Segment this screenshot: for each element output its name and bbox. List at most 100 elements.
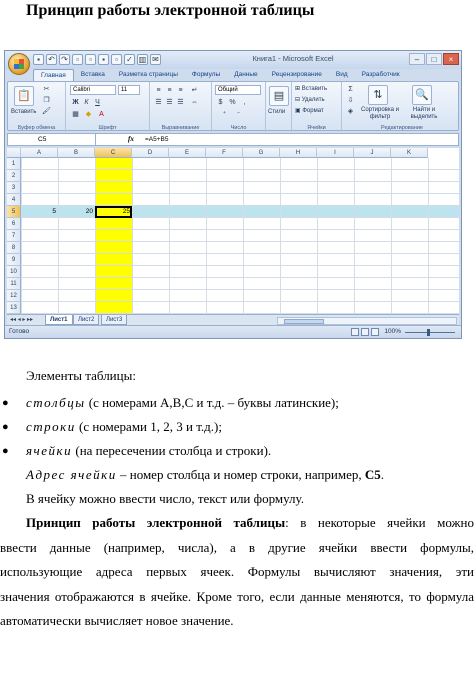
delete-cells-button[interactable]: ⊟ Удалить <box>295 96 325 105</box>
column-header-c[interactable]: C <box>95 148 132 158</box>
format-cells-button[interactable]: ▣ Формат <box>295 107 324 116</box>
column-header-g[interactable]: G <box>243 148 280 158</box>
preview-icon[interactable]: ▫ <box>111 54 122 65</box>
row-header-10[interactable]: 10 <box>7 266 21 278</box>
insert-cells-button[interactable]: ⊞ Вставить <box>295 85 327 94</box>
increase-decimal-icon[interactable]: ⁺ <box>220 110 229 119</box>
row-header-6[interactable]: 6 <box>7 218 21 230</box>
row-header-11[interactable]: 11 <box>7 278 21 290</box>
column-header-b[interactable]: B <box>58 148 95 158</box>
page-break-view-icon[interactable] <box>371 328 379 336</box>
minimize-icon[interactable]: – <box>409 53 425 65</box>
row-header-12[interactable]: 12 <box>7 290 21 302</box>
tab-insert[interactable]: Вставка <box>74 69 112 81</box>
row-header-1[interactable]: 1 <box>7 158 21 170</box>
align-right-icon[interactable]: ☰ <box>176 98 185 107</box>
sheet-nav-icon[interactable]: ◂◂ ◂ ▸ ▸▸ <box>10 316 33 323</box>
tab-formulas[interactable]: Формулы <box>185 69 227 81</box>
maximize-icon[interactable]: □ <box>426 53 442 65</box>
office-button[interactable] <box>8 53 30 75</box>
select-all-corner[interactable] <box>7 148 21 158</box>
close-icon[interactable]: × <box>443 53 459 65</box>
column-header-a[interactable]: A <box>21 148 58 158</box>
save-icon[interactable]: ▪ <box>33 54 44 65</box>
copy-icon[interactable]: ❐ <box>42 96 51 105</box>
row-header-2[interactable]: 2 <box>7 170 21 182</box>
fill-color-icon[interactable]: ◆ <box>84 110 93 119</box>
font-size-select[interactable]: 11 <box>118 85 140 95</box>
tab-data[interactable]: Данные <box>227 69 264 81</box>
function-icon[interactable]: fx <box>128 134 134 145</box>
normal-view-icon[interactable] <box>351 328 359 336</box>
column-header-f[interactable]: F <box>206 148 243 158</box>
percent-icon[interactable]: % <box>228 98 237 107</box>
clear-icon[interactable]: ◈ <box>346 107 355 116</box>
row-header-5[interactable]: 5 <box>7 206 21 218</box>
cut-icon[interactable]: ✂ <box>42 85 51 94</box>
italic-icon[interactable]: К <box>82 98 91 107</box>
font-name-select[interactable]: Calibri <box>70 85 116 95</box>
align-middle-icon[interactable]: ≡ <box>165 86 174 95</box>
cell-b5[interactable]: 20 <box>58 206 95 218</box>
number-format-select[interactable]: Общий <box>215 85 261 95</box>
paste-icon[interactable]: 📋 <box>14 86 34 106</box>
decrease-decimal-icon[interactable]: ⁻ <box>234 110 243 119</box>
align-bottom-icon[interactable]: ≡ <box>176 86 185 95</box>
row-header-8[interactable]: 8 <box>7 242 21 254</box>
column-header-h[interactable]: H <box>280 148 317 158</box>
styles-label[interactable]: Стили <box>268 108 285 117</box>
print-icon[interactable]: ▪ <box>98 54 109 65</box>
undo-icon[interactable]: ↶ <box>46 54 57 65</box>
find-select-icon[interactable]: 🔍 <box>412 85 432 105</box>
column-header-d[interactable]: D <box>132 148 169 158</box>
font-color-icon[interactable]: A <box>97 110 106 119</box>
find-select-label[interactable]: Найти и выделить <box>404 107 444 120</box>
row-header-4[interactable]: 4 <box>7 194 21 206</box>
column-header-k[interactable]: K <box>391 148 428 158</box>
underline-icon[interactable]: Ч <box>93 98 102 107</box>
align-center-icon[interactable]: ☰ <box>165 98 174 107</box>
currency-icon[interactable]: $ <box>216 98 225 107</box>
tab-review[interactable]: Рецензирование <box>265 69 329 81</box>
merge-icon[interactable]: ⇔ <box>190 98 199 107</box>
horizontal-scrollbar[interactable] <box>277 317 457 325</box>
tab-view[interactable]: Вид <box>329 69 355 81</box>
fill-icon[interactable]: ⇩ <box>346 96 355 105</box>
cell-a5[interactable]: 5 <box>21 206 58 218</box>
chart-icon[interactable]: ▥ <box>137 54 148 65</box>
align-top-icon[interactable]: ≡ <box>154 86 163 95</box>
worksheet-grid[interactable]: A B C D E F G H I J K 1 2 3 4 5 6 7 8 9 10 11 12 13 5 20 25 <box>7 148 459 314</box>
thousands-icon[interactable]: , <box>240 98 249 107</box>
sheet-tab-1[interactable]: Лист1 <box>45 315 73 325</box>
page-layout-view-icon[interactable] <box>361 328 369 336</box>
row-header-7[interactable]: 7 <box>7 230 21 242</box>
paste-label[interactable]: Вставить <box>11 108 36 117</box>
name-box[interactable]: C5 <box>8 134 96 145</box>
bold-icon[interactable]: Ж <box>71 98 80 107</box>
align-left-icon[interactable]: ☰ <box>154 98 163 107</box>
sort-filter-label[interactable]: Сортировка и фильтр <box>358 107 402 120</box>
scroll-thumb[interactable] <box>284 319 324 324</box>
autosum-icon[interactable]: Σ <box>346 85 355 94</box>
sheet-tab-3[interactable]: Лист3 <box>101 315 128 325</box>
borders-icon[interactable]: ▦ <box>71 110 80 119</box>
format-painter-icon[interactable]: 🖌 <box>42 107 51 116</box>
column-header-e[interactable]: E <box>169 148 206 158</box>
sort-filter-icon[interactable]: ⇅ <box>368 85 388 105</box>
styles-icon[interactable]: ▤ <box>269 86 289 106</box>
row-header-13[interactable]: 13 <box>7 302 21 314</box>
sheet-tab-2[interactable]: Лист2 <box>73 315 100 325</box>
formula-input[interactable]: =A5+B5 <box>145 134 169 145</box>
redo-icon[interactable]: ↷ <box>59 54 70 65</box>
zoom-slider[interactable] <box>405 329 455 336</box>
column-header-i[interactable]: I <box>317 148 354 158</box>
tab-developer[interactable]: Разработчик <box>355 69 407 81</box>
row-header-3[interactable]: 3 <box>7 182 21 194</box>
open-icon[interactable]: ▫ <box>72 54 83 65</box>
column-header-j[interactable]: J <box>354 148 391 158</box>
wrap-text-icon[interactable]: ↵ <box>190 86 199 95</box>
spelling-icon[interactable]: ✓ <box>124 54 135 65</box>
tab-home[interactable]: Главная <box>33 69 74 81</box>
tab-page-layout[interactable]: Разметка страницы <box>112 69 185 81</box>
email-icon[interactable]: ✉ <box>150 54 161 65</box>
